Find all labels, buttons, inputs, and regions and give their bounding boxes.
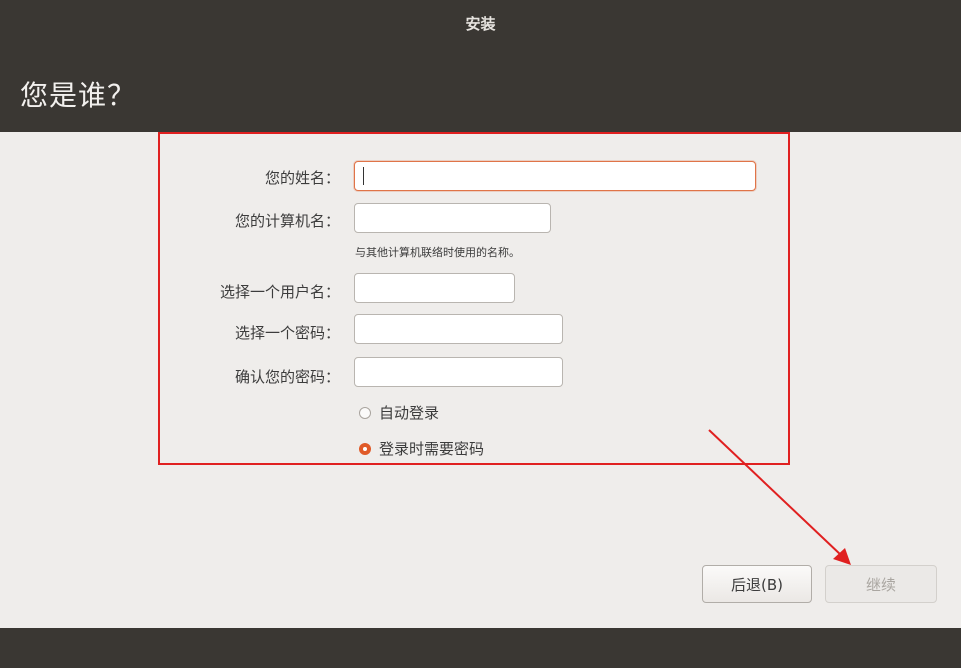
annotation-highlight-box: [158, 132, 790, 465]
page-title: 您是谁？: [20, 79, 137, 112]
window-footer: [0, 628, 961, 668]
window-title: 安装: [465, 15, 496, 33]
back-button[interactable]: 后退(B): [702, 565, 812, 603]
window-titlebar: 安装: [0, 0, 961, 47]
page-header: 您是谁？: [0, 47, 961, 132]
continue-button[interactable]: 继续: [825, 565, 937, 603]
